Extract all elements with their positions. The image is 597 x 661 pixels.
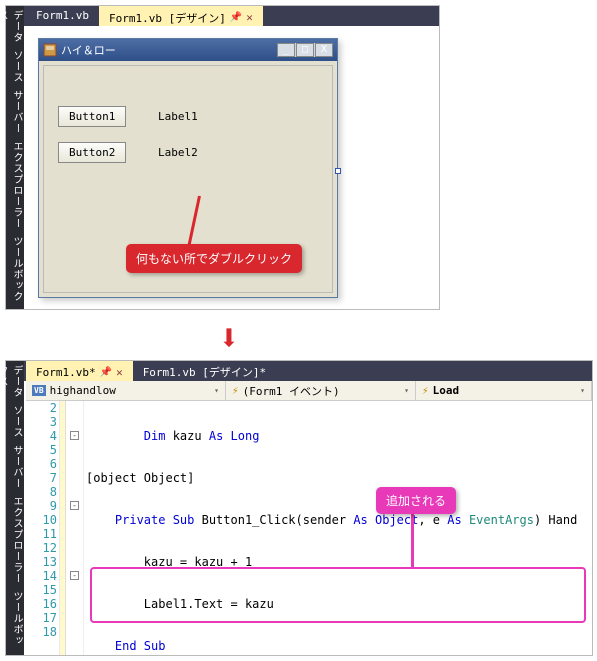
- resize-handle[interactable]: [335, 168, 341, 174]
- close-icon[interactable]: ✕: [116, 366, 123, 379]
- scope-dropdown[interactable]: VB highandlow ▾: [26, 381, 226, 400]
- button2[interactable]: Button2: [58, 142, 126, 163]
- chevron-down-icon: ▾: [404, 386, 409, 395]
- form-titlebar[interactable]: ハイ＆ロー _ □ X: [39, 39, 337, 61]
- tab-designer[interactable]: Form1.vb [デザイン] 📌 ✕: [99, 6, 263, 26]
- side-toolwindows-2[interactable]: データ ソース サーバー エクスプローラー ツールボックス: [6, 361, 24, 655]
- close-icon[interactable]: ✕: [246, 11, 253, 24]
- line-gutter: 23456789101112131415161718: [26, 401, 60, 655]
- minimize-button[interactable]: _: [277, 43, 295, 57]
- change-margin: [60, 401, 66, 655]
- button1[interactable]: Button1: [58, 106, 126, 127]
- code-window: データ ソース サーバー エクスプローラー ツールボックス Form1.vb* …: [5, 360, 593, 656]
- side-toolwindows[interactable]: データ ソース サーバー エクスプローラー ツールボックス: [6, 6, 24, 309]
- callout-pointer-pink: [411, 511, 414, 569]
- tab-bar: Form1.vb Form1.vb [デザイン] 📌 ✕: [6, 6, 439, 26]
- event-group-dropdown[interactable]: ⚡ (Form1 イベント) ▾: [226, 381, 416, 400]
- tab-code[interactable]: Form1.vb: [26, 6, 99, 26]
- label1[interactable]: Label1: [158, 110, 198, 123]
- scope-value: highandlow: [50, 384, 116, 397]
- event-dropdown[interactable]: ⚡ Load ▾: [416, 381, 592, 400]
- outline-collapse[interactable]: -: [70, 501, 79, 510]
- close-button[interactable]: X: [315, 43, 333, 57]
- label2[interactable]: Label2: [158, 146, 198, 159]
- form-icon: [43, 43, 57, 57]
- bolt-icon: ⚡: [422, 384, 429, 397]
- bolt-icon: ⚡: [232, 384, 239, 397]
- chevron-down-icon: ▾: [214, 386, 219, 395]
- window-buttons: _ □ X: [277, 43, 333, 57]
- pin-icon[interactable]: 📌: [100, 367, 112, 378]
- callout-red: 何もない所でダブルクリック: [126, 244, 302, 273]
- callout-pink: 追加される: [376, 487, 456, 514]
- code-editor[interactable]: 23456789101112131415161718 - - - Dim kaz…: [26, 401, 592, 655]
- tab-bar-2: Form1.vb* 📌 ✕ Form1.vb [デザイン]*: [6, 361, 592, 381]
- vb-icon: VB: [32, 385, 46, 396]
- tab-label: Form1.vb*: [36, 366, 96, 379]
- code-nav-bar: VB highandlow ▾ ⚡ (Form1 イベント) ▾ ⚡ Load …: [26, 381, 592, 401]
- outline-margin: - - -: [68, 401, 84, 655]
- event-value: Load: [433, 384, 460, 397]
- form-title: ハイ＆ロー: [61, 42, 116, 58]
- maximize-button[interactable]: □: [296, 43, 314, 57]
- outline-collapse[interactable]: -: [70, 571, 79, 580]
- designer-window: データ ソース サーバー エクスプローラー ツールボックス Form1.vb F…: [5, 5, 440, 310]
- outline-collapse[interactable]: -: [70, 431, 79, 440]
- tab-designer-2[interactable]: Form1.vb [デザイン]*: [133, 361, 276, 381]
- tab-code-2[interactable]: Form1.vb* 📌 ✕: [26, 361, 133, 381]
- event-group-value: (Form1 イベント): [243, 383, 340, 399]
- arrow-down-icon: ⬇: [218, 318, 240, 359]
- pin-icon[interactable]: 📌: [230, 12, 242, 23]
- tab-label: Form1.vb [デザイン]: [109, 10, 226, 26]
- chevron-down-icon: ▾: [580, 386, 585, 395]
- designer-surface[interactable]: ハイ＆ロー _ □ X Button1 Label1 Button2 Label…: [26, 26, 437, 307]
- code-text[interactable]: Dim kazu As Long [object Object] Private…: [86, 401, 592, 655]
